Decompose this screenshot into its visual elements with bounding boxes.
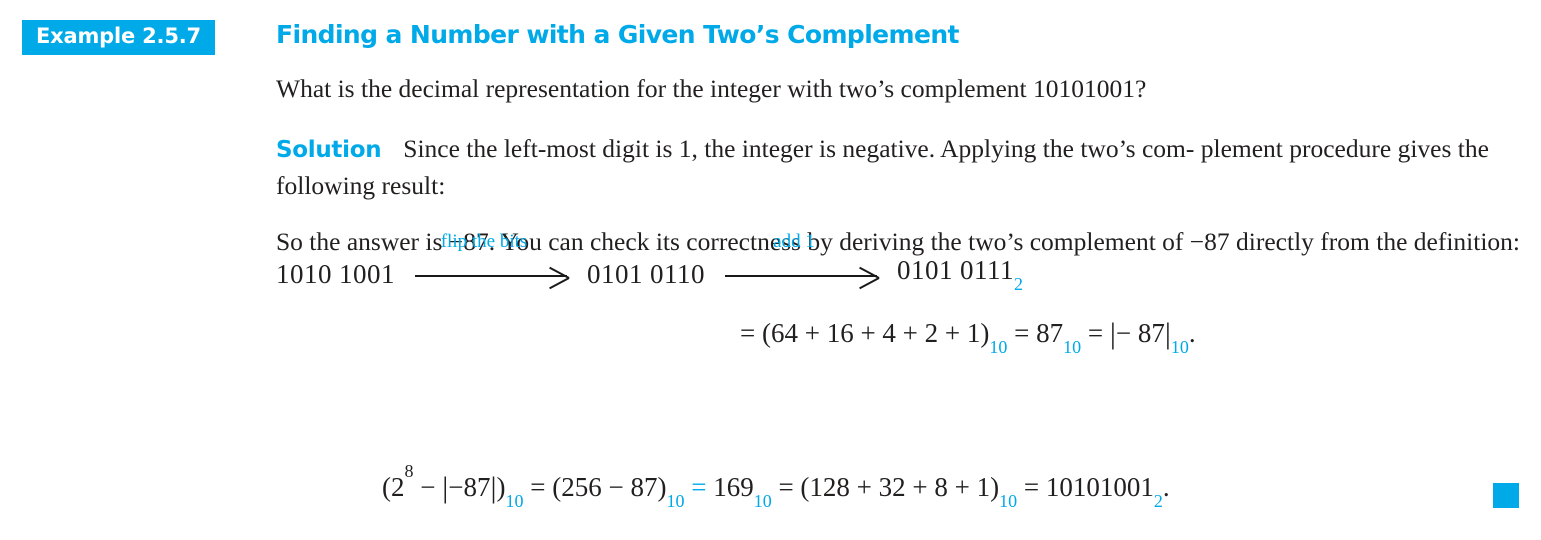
check-paren-expr: (256 − 87) [552, 472, 667, 502]
abs-bar-close: | [1164, 317, 1171, 350]
middle-binary-right: 0110 [650, 259, 705, 289]
check-exponent-8: 8 [404, 461, 414, 481]
check-base-2: 2 [391, 472, 405, 502]
end-of-proof-marker [1493, 483, 1519, 508]
textbook-example-page: Example 2.5.7 Finding a Number with a Gi… [0, 0, 1541, 540]
content-column: Finding a Number with a Given Two’s Comp… [276, 0, 1524, 260]
solution-label: Solution [276, 136, 382, 163]
result-binary-subscript: 2 [1014, 274, 1023, 294]
check-value-169: 169 [713, 472, 754, 502]
expansion-value-87: 87 [1036, 318, 1064, 348]
question-paragraph: What is the decimal representation for t… [276, 71, 1524, 107]
solution-paragraph: Solution Since the left-most digit is 1, … [276, 131, 1528, 204]
check-sub-10-d: 10 [999, 491, 1018, 512]
derivation-arrow-row: 1010 1001 flip the bits 0101 0110 add 1 01… [276, 232, 1023, 294]
check-equals-2: = [691, 472, 707, 502]
check-abs-value: −87 [448, 472, 491, 502]
check-binary-result: 10101001 [1045, 472, 1154, 502]
conclusion-line-2: −87 directly from the definition: [1189, 226, 1520, 256]
check-abs-bar-close: | [490, 471, 497, 504]
check-sub-10-c: 10 [753, 491, 772, 512]
solution-line-1: Since the left-most digit is 1, the inte… [403, 133, 1195, 163]
abs-bar-open: | [1109, 317, 1116, 350]
example-title: Finding a Number with a Given Two’s Comp… [276, 20, 959, 49]
result-binary-right: 0111 [960, 254, 1014, 285]
expansion-sub-10-a: 10 [989, 337, 1008, 358]
expansion-sum: (64 + 16 + 4 + 2 + 1) [761, 318, 990, 348]
check-open-paren: ( [382, 472, 391, 502]
check-close-paren: ) [496, 472, 506, 502]
start-binary-left: 1010 [276, 259, 332, 289]
expansion-equals-1: = [740, 318, 756, 348]
add-one-arrow-label: add 1 [773, 231, 815, 252]
flip-bits-arrow-label: flip the bits [440, 231, 528, 252]
check-equals-3: = [778, 472, 794, 502]
check-equation: (28 − |−87|)10 = (256 − 87)10 = 16910 = … [382, 461, 1170, 511]
middle-binary-left: 0101 [587, 259, 643, 289]
expansion-equation: = (64 + 16 + 4 + 2 + 1)10 = 8710 = |− 87… [740, 316, 1196, 357]
flip-bits-arrow: flip the bits [415, 232, 567, 286]
expansion-sub-10-c: 10 [1170, 337, 1189, 358]
expansion-equals-2: = [1014, 318, 1030, 348]
arrow-line-icon [725, 275, 877, 277]
arrow-line-icon [415, 275, 567, 277]
check-sub-2: 2 [1153, 491, 1163, 512]
expansion-sub-10-b: 10 [1063, 337, 1082, 358]
check-equals-4: = [1023, 472, 1040, 502]
result-binary: 0101 01112 [897, 254, 1023, 294]
expansion-equals-3: = [1087, 318, 1104, 348]
check-period: . [1162, 472, 1170, 502]
middle-binary: 0101 0110 [587, 259, 705, 290]
expansion-abs-value: − 87 [1115, 318, 1165, 348]
check-sub-10-b: 10 [666, 491, 685, 512]
check-sub-10-a: 10 [505, 491, 524, 512]
check-equals-1: = [530, 472, 546, 502]
expansion-period: . [1188, 318, 1196, 348]
example-number-badge: Example 2.5.7 [22, 20, 215, 55]
start-binary-right: 1001 [339, 259, 395, 289]
result-binary-left: 0101 [897, 254, 953, 285]
check-abs-bar-open: | [442, 471, 449, 504]
start-binary: 1010 1001 [276, 259, 395, 290]
check-sum-expr: (128 + 32 + 8 + 1) [800, 472, 1000, 502]
check-minus: − [420, 472, 436, 502]
add-one-arrow: add 1 [725, 232, 877, 286]
question-text: What is the decimal representation for t… [276, 73, 1147, 103]
